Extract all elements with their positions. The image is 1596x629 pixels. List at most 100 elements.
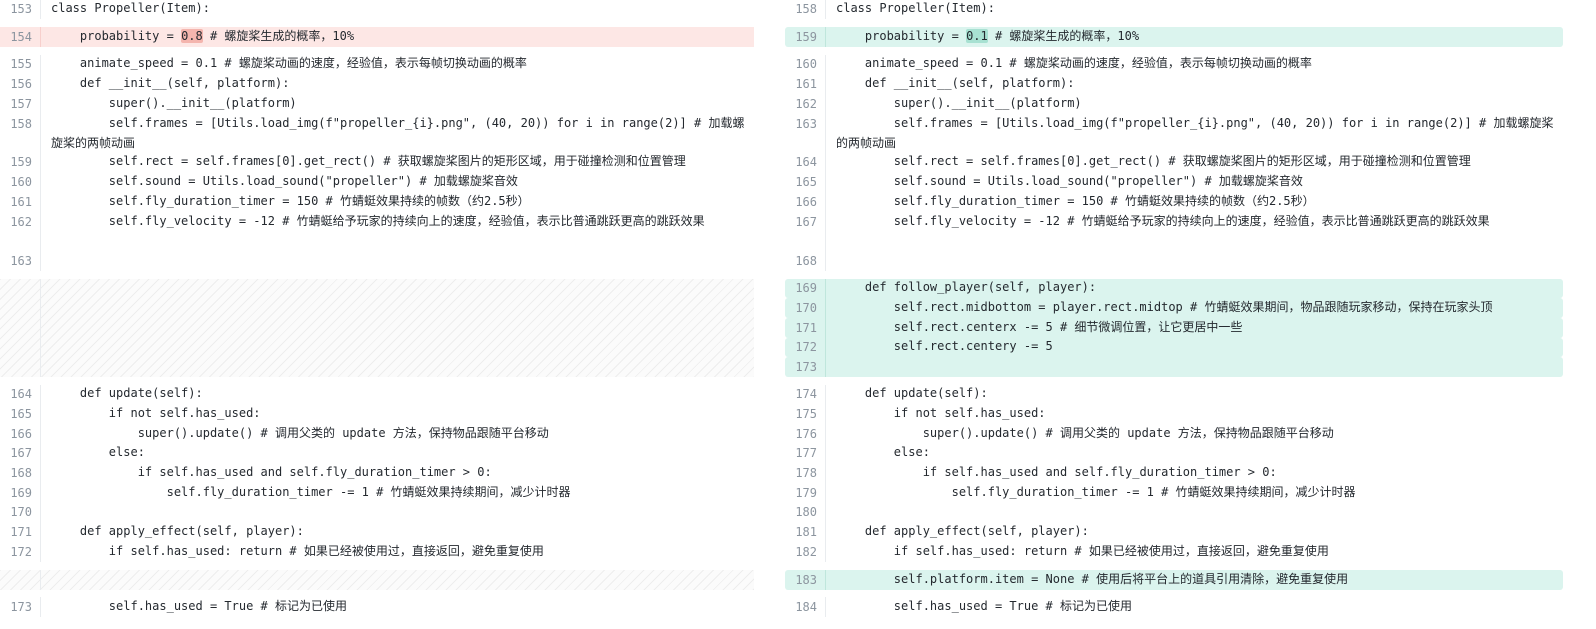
line-gutter: 158 bbox=[0, 114, 41, 153]
line-gutter: 159 bbox=[0, 153, 41, 172]
line-number: 168 bbox=[795, 254, 817, 268]
code-line[interactable]: 175 if not self.has_used: bbox=[785, 404, 1563, 424]
line-gutter: 180 bbox=[785, 503, 826, 522]
line-gutter: 162 bbox=[0, 212, 41, 251]
code-text: class Propeller(Item): bbox=[836, 1, 995, 15]
code-line[interactable]: 169 self.fly_duration_timer -= 1 # 竹蜻蜓效果… bbox=[0, 483, 754, 503]
code-line[interactable]: 155 animate_speed = 0.1 # 螺旋桨动画的速度，经验值，表… bbox=[0, 55, 754, 74]
code-line[interactable]: 160 animate_speed = 0.1 # 螺旋桨动画的速度，经验值，表… bbox=[785, 55, 1563, 74]
code-line-added[interactable]: 159 probability = 0.1 # 螺旋桨生成的概率，10% bbox=[785, 27, 1563, 47]
code-line[interactable]: 163 self.frames = [Utils.load_img(f"prop… bbox=[785, 114, 1563, 153]
changed-value-added: 0.1 bbox=[966, 29, 988, 43]
code-line[interactable]: 158 class Propeller(Item): bbox=[785, 0, 1563, 19]
line-number: 163 bbox=[10, 254, 32, 268]
code-line[interactable]: 178 if self.has_used and self.fly_durati… bbox=[785, 463, 1563, 483]
code-line[interactable]: 162 super().__init__(platform) bbox=[785, 94, 1563, 114]
code-line-added[interactable]: 171 self.rect.centerx -= 5 # 细节微调位置，让它更居… bbox=[785, 318, 1563, 338]
code-text: super().__init__(platform) bbox=[836, 96, 1082, 110]
line-gutter: 164 bbox=[785, 153, 826, 172]
code-text: self.rect = self.frames[0].get_rect() # … bbox=[836, 154, 1471, 168]
changed-value-deleted: 0.8 bbox=[181, 29, 203, 43]
code-text: self.fly_duration_timer = 150 # 竹蜻蜓效果持续的… bbox=[51, 194, 530, 208]
diff-gap-placeholder bbox=[0, 279, 754, 377]
line-number: 175 bbox=[795, 407, 817, 421]
line-number: 184 bbox=[795, 600, 817, 614]
code-line[interactable]: 160 self.sound = Utils.load_sound("prope… bbox=[0, 172, 754, 192]
line-gutter: 167 bbox=[0, 444, 41, 463]
line-number: 162 bbox=[795, 97, 817, 111]
code-line[interactable]: 167 self.fly_velocity = -12 # 竹蜻蜓给予玩家的持续… bbox=[785, 212, 1563, 251]
code-line[interactable]: 179 self.fly_duration_timer -= 1 # 竹蜻蜓效果… bbox=[785, 483, 1563, 503]
code-line-added[interactable]: 173 bbox=[785, 357, 1563, 377]
line-gutter: 159 bbox=[785, 27, 826, 47]
code-line[interactable]: 173 self.has_used = True # 标记为已使用 bbox=[0, 597, 754, 617]
code-line[interactable]: 163 bbox=[0, 251, 754, 271]
code-line-added[interactable]: 169 def follow_player(self, player): bbox=[785, 279, 1563, 298]
code-line[interactable]: 156 def __init__(self, platform): bbox=[0, 74, 754, 94]
code-text: self.platform.item = None # 使用后将平台上的道具引用… bbox=[836, 572, 1349, 586]
line-number: 178 bbox=[795, 466, 817, 480]
code-line[interactable]: 166 super().update() # 调用父类的 update 方法，保… bbox=[0, 424, 754, 444]
code-text: if self.has_used: return # 如果已经被使用过，直接返回… bbox=[836, 544, 1329, 558]
line-gutter: 168 bbox=[785, 251, 826, 271]
line-number: 163 bbox=[795, 117, 817, 131]
code-line[interactable]: 171 def apply_effect(self, player): bbox=[0, 522, 754, 542]
code-line[interactable]: 167 else: bbox=[0, 444, 754, 463]
code-line[interactable]: 174 def update(self): bbox=[785, 385, 1563, 404]
line-gutter: 161 bbox=[785, 74, 826, 94]
code-line[interactable]: 184 self.has_used = True # 标记为已使用 bbox=[785, 597, 1563, 617]
line-number: 172 bbox=[10, 545, 32, 559]
code-line[interactable]: 165 self.sound = Utils.load_sound("prope… bbox=[785, 172, 1563, 192]
code-line[interactable]: 170 bbox=[0, 503, 754, 522]
code-text: else: bbox=[836, 445, 930, 459]
code-line-deleted[interactable]: 154 probability = 0.8 # 螺旋桨生成的概率，10% bbox=[0, 27, 754, 47]
diff-pane-modified: 158 class Propeller(Item): 159 probabili… bbox=[785, 0, 1563, 629]
code-line[interactable]: 177 else: bbox=[785, 444, 1563, 463]
code-text: if self.has_used and self.fly_duration_t… bbox=[836, 465, 1277, 479]
code-line[interactable]: 162 self.fly_velocity = -12 # 竹蜻蜓给予玩家的持续… bbox=[0, 212, 754, 251]
code-text: probability = 0.1 # 螺旋桨生成的概率，10% bbox=[836, 27, 1559, 47]
line-gutter: 167 bbox=[785, 212, 826, 251]
code-line[interactable]: 176 super().update() # 调用父类的 update 方法，保… bbox=[785, 424, 1563, 444]
code-line[interactable]: 158 self.frames = [Utils.load_img(f"prop… bbox=[0, 114, 754, 153]
code-line[interactable]: 153 class Propeller(Item): bbox=[0, 0, 754, 19]
line-gutter: 168 bbox=[0, 463, 41, 483]
line-number: 158 bbox=[10, 117, 32, 131]
code-line-added[interactable]: 183 self.platform.item = None # 使用后将平台上的… bbox=[785, 570, 1563, 590]
line-number: 158 bbox=[795, 2, 817, 16]
code-text-after: # 螺旋桨生成的概率，10% bbox=[987, 29, 1140, 43]
line-gutter: 169 bbox=[785, 279, 826, 298]
line-gutter: 163 bbox=[785, 114, 826, 153]
line-number: 153 bbox=[10, 2, 32, 16]
code-line-added[interactable]: 170 self.rect.midbottom = player.rect.mi… bbox=[785, 298, 1563, 318]
code-line[interactable]: 165 if not self.has_used: bbox=[0, 404, 754, 424]
code-text-before: probability = bbox=[51, 29, 182, 43]
line-gutter: 178 bbox=[785, 463, 826, 483]
line-number: 183 bbox=[795, 573, 817, 587]
code-line[interactable]: 157 super().__init__(platform) bbox=[0, 94, 754, 114]
code-line[interactable]: 182 if self.has_used: return # 如果已经被使用过，… bbox=[785, 542, 1563, 562]
code-text: def update(self): bbox=[51, 386, 203, 400]
code-text: def apply_effect(self, player): bbox=[836, 524, 1089, 538]
line-number: 168 bbox=[10, 466, 32, 480]
line-number: 160 bbox=[10, 175, 32, 189]
code-line[interactable]: 180 bbox=[785, 503, 1563, 522]
code-line[interactable]: 181 def apply_effect(self, player): bbox=[785, 522, 1563, 542]
line-number: 171 bbox=[795, 321, 817, 335]
code-text: self.has_used = True # 标记为已使用 bbox=[836, 599, 1132, 613]
code-line[interactable]: 159 self.rect = self.frames[0].get_rect(… bbox=[0, 153, 754, 172]
line-gutter: 166 bbox=[0, 424, 41, 444]
code-line[interactable]: 161 self.fly_duration_timer = 150 # 竹蜻蜓效… bbox=[0, 192, 754, 212]
line-number: 165 bbox=[10, 407, 32, 421]
code-line[interactable]: 166 self.fly_duration_timer = 150 # 竹蜻蜓效… bbox=[785, 192, 1563, 212]
code-text: self.has_used = True # 标记为已使用 bbox=[51, 599, 347, 613]
code-line[interactable]: 161 def __init__(self, platform): bbox=[785, 74, 1563, 94]
line-gutter: 156 bbox=[0, 74, 41, 94]
code-line[interactable]: 168 bbox=[785, 251, 1563, 271]
code-line[interactable]: 172 if self.has_used: return # 如果已经被使用过，… bbox=[0, 542, 754, 562]
code-line-added[interactable]: 172 self.rect.centery -= 5 bbox=[785, 338, 1563, 357]
code-line[interactable]: 164 def update(self): bbox=[0, 385, 754, 404]
code-line[interactable]: 168 if self.has_used and self.fly_durati… bbox=[0, 463, 754, 483]
code-line[interactable]: 164 self.rect = self.frames[0].get_rect(… bbox=[785, 153, 1563, 172]
line-gutter: 171 bbox=[785, 318, 826, 338]
